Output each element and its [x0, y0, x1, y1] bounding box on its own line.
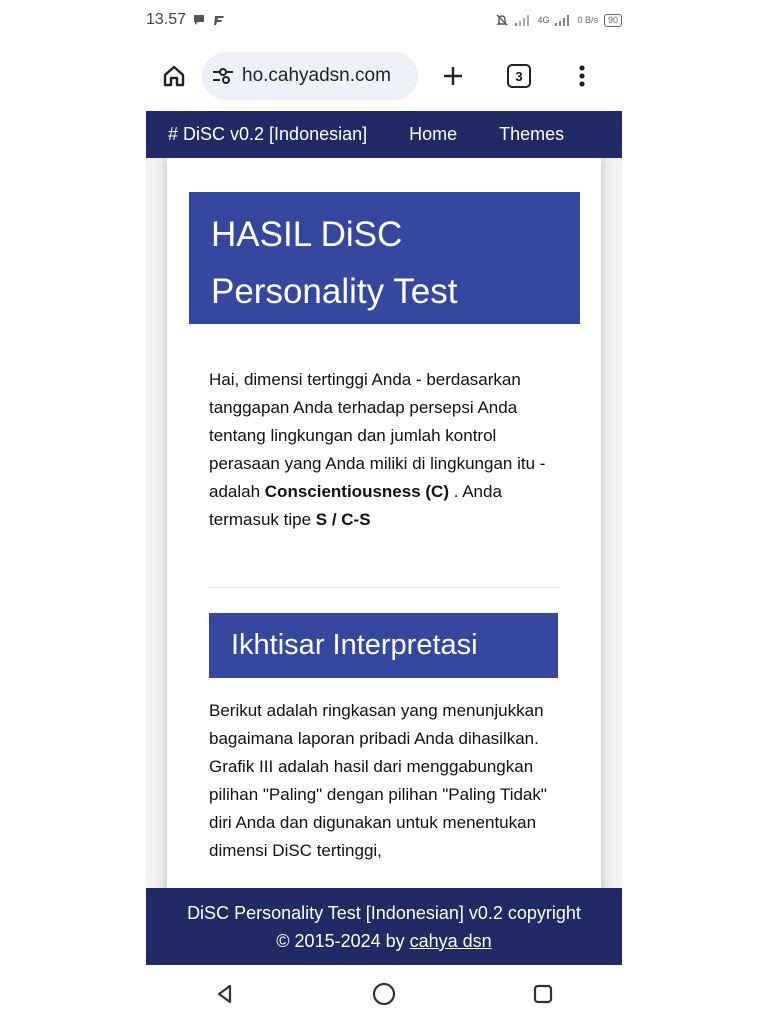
home-button[interactable]	[146, 48, 202, 104]
back-icon[interactable]	[213, 982, 237, 1006]
page-content: HASIL DiSC Personality Test Hai, dimensi…	[146, 158, 622, 888]
result-heading: HASIL DiSC Personality Test	[189, 192, 580, 324]
address-bar[interactable]: ho.cahyadsn.com	[202, 52, 418, 100]
highest-dimension: Conscientiousness (C)	[264, 482, 449, 501]
chat-icon	[194, 15, 205, 25]
footer-year: © 2015-2024 by	[276, 931, 410, 951]
mute-icon	[496, 14, 509, 26]
status-bar: 13.57 4G 0 B/s 90	[146, 6, 622, 34]
plus-icon	[444, 67, 462, 85]
home-circle-icon[interactable]	[371, 981, 397, 1007]
site-footer: DiSC Personality Test [Indonesian] v0.2 …	[146, 888, 622, 965]
clock: 13.57	[146, 11, 187, 28]
nav-home-link[interactable]: Home	[409, 124, 457, 145]
status-bar-left: 13.57	[146, 11, 226, 29]
tab-switcher-button[interactable]: 3	[488, 48, 550, 104]
section-heading: Ikhtisar Interpretasi	[209, 613, 558, 678]
more-vert-icon	[579, 65, 585, 87]
content-card: HASIL DiSC Personality Test Hai, dimensi…	[167, 158, 601, 888]
notification-f-icon	[214, 16, 225, 25]
home-icon	[163, 65, 185, 87]
system-nav-bar	[146, 968, 622, 1020]
signal-icon-2	[555, 15, 570, 26]
result-heading-line1: HASIL DiSC	[211, 215, 403, 254]
intro-paragraph: Hai, dimensi tertinggi Anda - berdasarka…	[209, 366, 559, 534]
section-divider	[209, 587, 559, 588]
footer-line2: © 2015-2024 by cahya dsn	[146, 927, 622, 955]
signal-icon	[515, 15, 530, 26]
site-settings-icon[interactable]	[212, 67, 234, 85]
network-type: 4G	[537, 15, 550, 25]
data-rate: 0 B/s	[577, 15, 598, 25]
result-heading-line2: Personality Test	[211, 272, 458, 311]
recents-icon[interactable]	[531, 982, 555, 1006]
site-navbar: # DiSC v0.2 [Indonesian] Home Themes	[146, 111, 622, 158]
nav-themes-link[interactable]: Themes	[499, 124, 564, 145]
status-bar-right: 4G 0 B/s 90	[495, 13, 622, 27]
url-text: ho.cahyadsn.com	[242, 65, 391, 86]
more-menu-button[interactable]	[550, 48, 614, 104]
new-tab-button[interactable]	[418, 48, 488, 104]
tab-count: 3	[507, 64, 531, 88]
browser-toolbar: ho.cahyadsn.com 3	[146, 48, 622, 104]
personality-type: S / C-S	[315, 510, 371, 529]
battery-icon: 90	[603, 13, 622, 27]
footer-copyright: DiSC Personality Test [Indonesian] v0.2 …	[187, 903, 581, 923]
summary-paragraph: Berikut adalah ringkasan yang menunjukka…	[209, 701, 547, 860]
author-link[interactable]: cahya dsn	[410, 931, 492, 951]
nav-brand-link[interactable]: # DiSC v0.2 [Indonesian]	[168, 124, 367, 145]
